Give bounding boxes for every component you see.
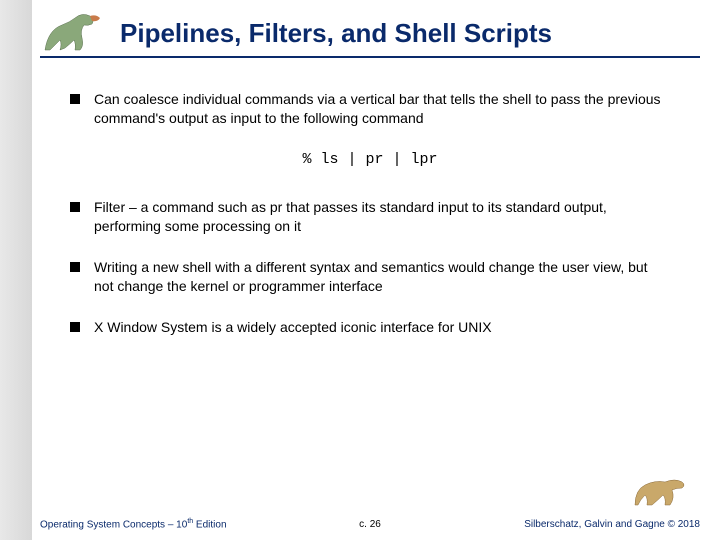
bullet-text: Filter – a command such as pr that passe… <box>94 198 670 236</box>
bullet-text: Can coalesce individual commands via a v… <box>94 90 670 128</box>
bullet-icon <box>70 322 80 332</box>
dinosaur-footer-icon <box>630 470 690 510</box>
code-example: % ls | pr | lpr <box>70 150 670 170</box>
bullet-icon <box>70 94 80 104</box>
slide-title: Pipelines, Filters, and Shell Scripts <box>120 18 700 49</box>
footer-edition: Edition <box>193 519 226 530</box>
bullet-item: Filter – a command such as pr that passe… <box>70 198 670 236</box>
title-underline <box>40 56 700 58</box>
bullet-text: Writing a new shell with a different syn… <box>94 258 670 296</box>
bullet-item: Can coalesce individual commands via a v… <box>70 90 670 128</box>
content-area: Can coalesce individual commands via a v… <box>70 90 670 358</box>
dinosaur-icon <box>40 10 110 58</box>
header: Pipelines, Filters, and Shell Scripts <box>40 10 700 70</box>
footer-book: Operating System Concepts – 10 <box>40 519 187 530</box>
bullet-icon <box>70 202 80 212</box>
footer-left: Operating System Concepts – 10th Edition <box>40 518 227 530</box>
footer-copyright: Silberschatz, Galvin and Gagne © 2018 <box>524 519 700 530</box>
footer: Operating System Concepts – 10th Edition… <box>40 510 700 530</box>
bullet-text: X Window System is a widely accepted ico… <box>94 318 670 337</box>
bullet-icon <box>70 262 80 272</box>
footer-page: c. 26 <box>359 519 381 530</box>
bullet-item: Writing a new shell with a different syn… <box>70 258 670 296</box>
bullet-item: X Window System is a widely accepted ico… <box>70 318 670 337</box>
sidebar-strip <box>0 0 32 540</box>
